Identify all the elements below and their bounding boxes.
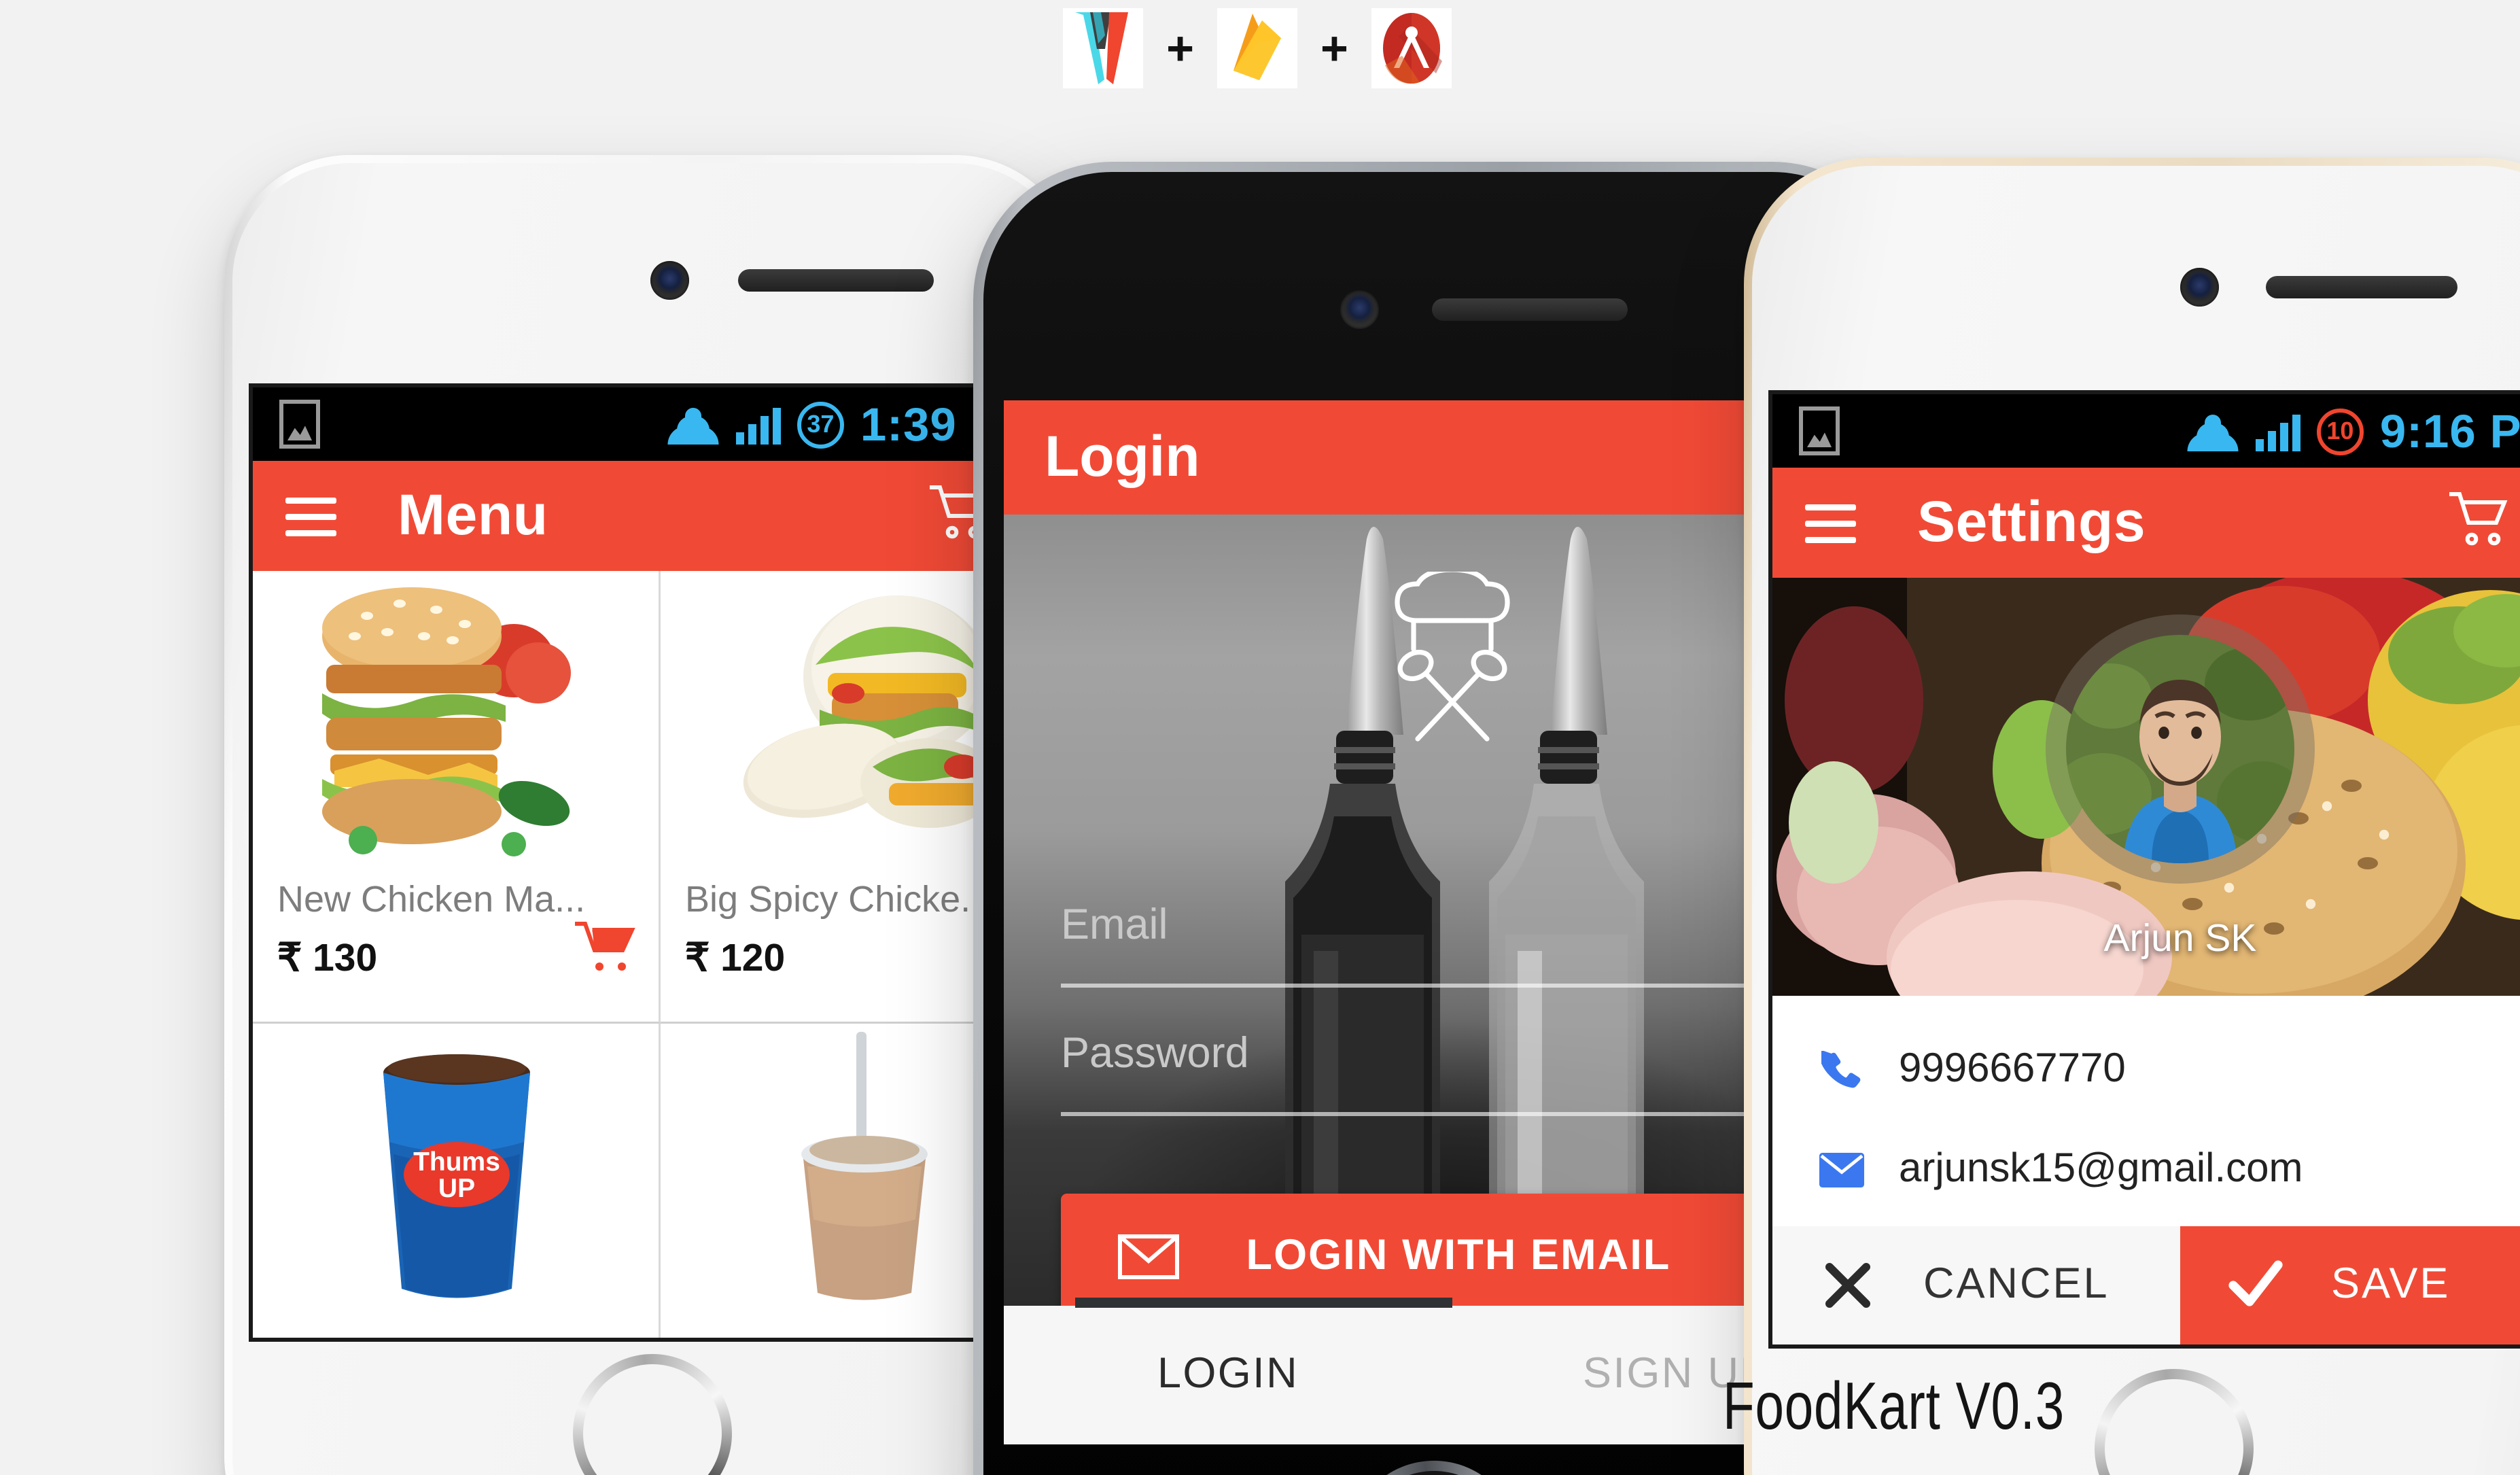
webstorm-logo <box>1063 8 1144 88</box>
tab-login[interactable]: LOGIN <box>1004 1351 1452 1400</box>
login-with-email-button[interactable]: LOGIN WITH EMAIL <box>1061 1194 1844 1306</box>
cancel-label: CANCEL <box>1923 1261 2110 1308</box>
phone-device-menu: 37 1:39 PM Menu New Chicken Ma... ₹ 130 … <box>224 155 1081 1475</box>
wifi-icon <box>2188 412 2239 451</box>
product-grid: New Chicken Ma... ₹ 130 Big Spicy Chicke… <box>253 571 1068 1338</box>
email-field-row[interactable]: arjunsk15@gmail.com <box>1772 1120 2520 1220</box>
tech-stack-logos: + + <box>951 4 1563 92</box>
status-bar: 37 1:39 PM <box>253 387 1068 461</box>
earpiece-speaker <box>2266 276 2457 298</box>
settings-screen: 10 9:16 PM Settings <box>1768 390 2520 1349</box>
earpiece-speaker <box>1432 298 1628 321</box>
profile-name: Arjun SK <box>2103 918 2257 961</box>
phone-icon <box>1817 1049 1866 1091</box>
settings-action-bar: CANCEL SAVE <box>1772 1226 2520 1344</box>
phone-value: 9996667770 <box>1899 1047 2126 1092</box>
product-card[interactable]: New Chicken Ma... ₹ 130 <box>253 571 661 1024</box>
wifi-icon <box>668 405 720 444</box>
svg-text:Thums: Thums <box>413 1147 500 1176</box>
plus-icon-2: + <box>1320 22 1348 75</box>
front-camera <box>2180 268 2219 307</box>
password-field-underline <box>1061 1112 1844 1116</box>
front-camera <box>1340 290 1379 329</box>
cancel-button[interactable]: CANCEL <box>1772 1226 2180 1344</box>
hamburger-icon[interactable] <box>285 496 336 536</box>
svg-text:UP: UP <box>437 1173 474 1202</box>
profile-header: Arjun SK <box>1772 578 2520 996</box>
active-tab-indicator <box>1075 1298 1452 1308</box>
home-button[interactable] <box>1348 1461 1520 1475</box>
menu-screen: 37 1:39 PM Menu New Chicken Ma... ₹ 130 … <box>249 383 1072 1342</box>
phone-device-settings: 10 9:16 PM Settings <box>1744 158 2520 1475</box>
earpiece-speaker <box>738 269 934 292</box>
product-name: New Chicken Ma... <box>277 879 586 920</box>
email-field-underline <box>1061 984 1844 988</box>
product-image-chicken-maharaja-burger <box>253 571 659 863</box>
image-icon <box>1799 406 1840 455</box>
phone-field-row[interactable]: 9996667770 <box>1772 1020 2520 1120</box>
add-to-cart-icon[interactable] <box>573 920 638 977</box>
page-title: Settings <box>1917 490 2146 553</box>
signal-icon <box>2255 412 2300 451</box>
material-logo <box>1371 8 1452 88</box>
email-value: arjunsk15@gmail.com <box>1899 1147 2303 1192</box>
firebase-logo <box>1217 8 1297 88</box>
location-pin-icon <box>1817 1348 1866 1349</box>
email-field-wrap[interactable]: Email <box>1061 902 1844 988</box>
signal-icon <box>735 405 781 444</box>
screenshot-canvas: + + 37 1:39 PM Menu New Chicken Ma... ₹ … <box>0 0 2520 1475</box>
page-title: Login <box>1045 425 1200 488</box>
save-label: SAVE <box>2331 1261 2451 1308</box>
page-title-foodkart: FoodKart V0.3 <box>1723 1368 2065 1443</box>
save-button[interactable]: SAVE <box>2180 1226 2520 1344</box>
address-label: Address <box>1899 1347 2048 1349</box>
product-image-thumsup-cup: Thums UP <box>253 1024 659 1315</box>
envelope-icon <box>1061 1234 1236 1279</box>
battery-icon: 37 <box>797 400 844 448</box>
close-x-icon <box>1772 1259 1923 1312</box>
image-icon <box>279 400 320 449</box>
checkmark-icon <box>2180 1259 2331 1312</box>
status-bar: 10 9:16 PM <box>1772 394 2520 468</box>
front-camera <box>650 261 689 300</box>
chef-hat-utensils-icon <box>1369 567 1536 769</box>
envelope-icon <box>1817 1153 1866 1187</box>
avatar[interactable] <box>2066 635 2294 863</box>
home-button[interactable] <box>573 1354 732 1475</box>
cart-icon[interactable] <box>2445 487 2510 559</box>
menu-appbar: Menu 1 <box>253 461 1068 571</box>
home-button[interactable] <box>2095 1369 2254 1475</box>
page-title: Menu <box>398 483 548 546</box>
avatar-ring <box>2046 614 2315 884</box>
email-field-placeholder: Email <box>1061 902 1168 949</box>
password-field-wrap[interactable]: Password <box>1061 1030 1844 1116</box>
plus-icon-1: + <box>1166 22 1194 75</box>
password-field-placeholder: Password <box>1061 1030 1249 1077</box>
hamburger-icon[interactable] <box>1805 503 1856 542</box>
add-address-button[interactable] <box>2101 1348 2146 1349</box>
settings-appbar: Settings 1 <box>1772 468 2520 578</box>
status-bar-clock: 9:16 PM <box>2379 403 2520 457</box>
battery-icon: 10 <box>2316 407 2364 455</box>
product-card[interactable]: Thums UP Thumsup 100ml ₹ 40 <box>253 1024 661 1338</box>
